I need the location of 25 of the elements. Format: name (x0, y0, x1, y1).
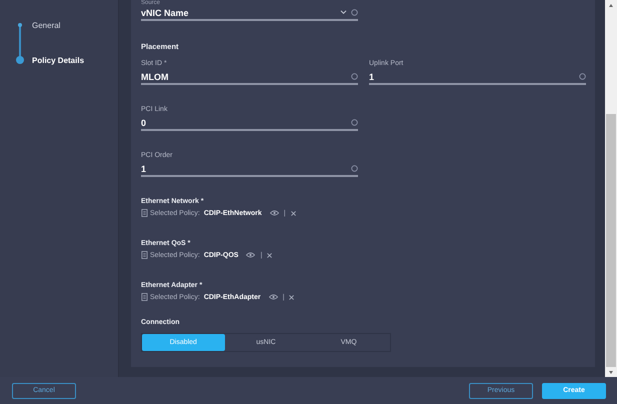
step-label[interactable]: General (32, 20, 60, 30)
select-field[interactable]: vNIC Name (141, 6, 358, 21)
info-icon[interactable] (351, 9, 358, 16)
eye-icon[interactable] (270, 210, 279, 216)
input-field[interactable]: MLOM (141, 70, 358, 85)
close-icon[interactable] (289, 294, 294, 300)
info-icon[interactable] (579, 73, 586, 80)
eye-icon[interactable] (268, 294, 278, 300)
eye-icon[interactable] (246, 252, 256, 258)
info-icon[interactable] (351, 119, 358, 126)
info-icon[interactable] (351, 165, 358, 172)
input-field[interactable]: 1 (141, 162, 358, 177)
input-field[interactable]: 1 (369, 70, 586, 85)
document-icon (141, 209, 148, 217)
document-icon (141, 293, 148, 301)
scroll-up-icon[interactable] (609, 4, 613, 6)
step-label[interactable]: Policy Details (32, 56, 84, 64)
caret-icon (340, 10, 347, 15)
close-icon[interactable] (290, 210, 296, 216)
scroll-down-icon[interactable] (609, 370, 613, 374)
scrollbar[interactable] (605, 0, 617, 377)
input-field[interactable]: 0 (141, 116, 358, 131)
close-icon[interactable] (267, 252, 272, 258)
document-icon (141, 251, 148, 259)
info-icon[interactable] (351, 73, 358, 80)
